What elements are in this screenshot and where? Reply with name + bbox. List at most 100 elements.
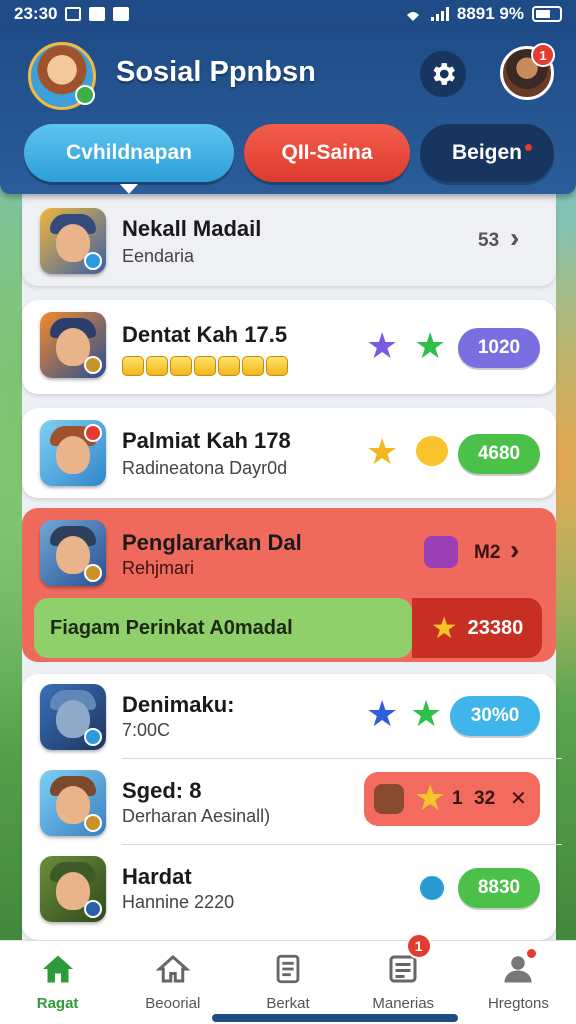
online-badge-icon bbox=[75, 85, 95, 105]
chat-bubble-icon bbox=[416, 436, 448, 466]
check-badge-icon bbox=[418, 874, 446, 902]
highlight-subtitle: Rehjmari bbox=[122, 558, 195, 578]
score-pill[interactable]: 8830 bbox=[458, 868, 540, 908]
score-pill[interactable]: 4680 bbox=[458, 434, 540, 474]
coin-badge-icon bbox=[84, 356, 102, 374]
star-blue-icon: ★ bbox=[366, 693, 399, 734]
row-title: Denimaku: bbox=[122, 692, 235, 717]
row-subtitle: Hannine 2220 bbox=[122, 892, 235, 912]
gift-icon bbox=[424, 536, 458, 568]
nav-label: Hregtons bbox=[487, 995, 549, 1012]
nav-item-manerias[interactable]: 1 Manerias bbox=[346, 933, 461, 1024]
reward-counter: 1 bbox=[452, 788, 463, 809]
nav-item-beoorial[interactable]: Beoorial bbox=[115, 941, 230, 1024]
chest-icon bbox=[374, 784, 404, 814]
row-title: Hardat bbox=[122, 864, 192, 889]
status-time: 23:30 bbox=[14, 4, 58, 23]
nav-item-ragat[interactable]: Ragat bbox=[0, 941, 115, 1024]
row-title: Dentat Kah 17.5 bbox=[122, 322, 288, 347]
highlight-score-value: 23380 bbox=[467, 616, 524, 639]
tab-beigen[interactable]: Beigen bbox=[420, 124, 554, 182]
notification-icon bbox=[65, 7, 82, 21]
scroll-indicator[interactable] bbox=[226, 922, 350, 928]
game-icon bbox=[40, 312, 106, 378]
app-title: Sosial Ppnbsn bbox=[116, 56, 316, 88]
row-subtitle: 7:00C bbox=[122, 720, 171, 740]
star-gold-icon: ★ bbox=[430, 611, 458, 645]
row-title: Sged: 8 bbox=[122, 778, 202, 803]
coin-icon bbox=[194, 356, 216, 376]
score-pill[interactable]: 30%0 bbox=[450, 696, 540, 736]
coin-icon bbox=[218, 356, 240, 376]
coin-badge-icon bbox=[84, 814, 102, 832]
row-subtitle: Eendaria bbox=[122, 246, 195, 266]
nav-notification-badge: 1 bbox=[405, 933, 432, 959]
row-title: Nekall Madail bbox=[122, 216, 262, 241]
gear-icon bbox=[433, 63, 455, 85]
list-item[interactable]: Dentat Kah 17.5 ★ ★ 1020 bbox=[22, 300, 556, 394]
star-green-icon: ★ bbox=[410, 693, 443, 734]
home-icon bbox=[38, 949, 78, 989]
row-subtitle: Derharan Aesinall) bbox=[122, 806, 271, 826]
status-bar: 23:30 8891 9% bbox=[0, 0, 576, 28]
game-icon bbox=[40, 520, 106, 586]
coin-icon bbox=[266, 356, 288, 376]
nav-label: Ragat bbox=[36, 995, 79, 1012]
close-icon[interactable]: ✕ bbox=[510, 786, 527, 811]
battery-icon bbox=[532, 6, 562, 22]
house-outline-icon bbox=[153, 949, 193, 989]
nav-label: Berkat bbox=[266, 995, 310, 1012]
tab-qii-saina[interactable]: QII-Saina bbox=[244, 124, 410, 182]
mail-icon bbox=[89, 7, 106, 21]
chevron-right-icon[interactable]: › bbox=[510, 534, 519, 566]
tab-bar: Cvhildnapan QII-Saina Beigen bbox=[24, 124, 554, 194]
list-item[interactable]: Denimaku: 7:00C ★ ★ 30%0 bbox=[22, 674, 556, 758]
row-subtitle: Radineatona Dayr0d bbox=[122, 458, 288, 478]
game-icon bbox=[40, 208, 106, 274]
score-pill[interactable]: 1020 bbox=[458, 328, 540, 368]
list-item[interactable]: Sged: 8 Derharan Aesinall) ★ 1 32 ✕ bbox=[22, 760, 556, 844]
list-group: Denimaku: 7:00C ★ ★ 30%0 Sged: 8 Derhara… bbox=[22, 674, 562, 940]
wifi-icon bbox=[406, 12, 419, 21]
profile-notification-badge: 1 bbox=[531, 43, 555, 67]
highlight-score[interactable]: ★ 23380 bbox=[412, 598, 542, 658]
nav-indicator-dot bbox=[526, 949, 536, 958]
shield-badge-icon bbox=[84, 900, 102, 918]
list-item[interactable]: Palmiat Kah 178 Radineatona Dayr0d ★ 468… bbox=[22, 408, 556, 498]
bottom-nav: Ragat Beoorial Berkat 1 Manerias Hregton… bbox=[0, 933, 576, 1024]
star-purple-icon: ★ bbox=[366, 325, 399, 366]
game-icon bbox=[40, 420, 106, 486]
user-avatar[interactable] bbox=[28, 42, 96, 110]
coin-icon bbox=[146, 356, 168, 376]
coin-icon bbox=[122, 356, 144, 376]
verified-badge-icon bbox=[84, 252, 102, 270]
signal-icon bbox=[430, 7, 449, 21]
star-gold-icon: ★ bbox=[366, 431, 399, 472]
home-indicator[interactable] bbox=[212, 1014, 458, 1022]
settings-button[interactable] bbox=[420, 51, 466, 97]
highlight-card[interactable]: Penglararkan Dal Rehjmari M2 › Fiagam Pe… bbox=[22, 508, 556, 662]
coin-badge-icon bbox=[84, 564, 102, 582]
list-item[interactable]: Hardat Hannine 2220 8830 bbox=[22, 846, 556, 930]
game-icon bbox=[40, 856, 106, 922]
star-green-icon: ★ bbox=[414, 325, 447, 366]
battery-text: 8891 9% bbox=[456, 4, 524, 23]
reward-chip[interactable]: ★ 1 32 ✕ bbox=[364, 772, 540, 826]
tab-indicator-dot bbox=[525, 144, 532, 151]
highlight-banner[interactable]: Fiagam Perinkat A0madal bbox=[34, 598, 412, 658]
chevron-right-icon[interactable]: › bbox=[510, 222, 519, 254]
nav-item-hregtons[interactable]: Hregtons bbox=[461, 941, 576, 1024]
nav-item-berkat[interactable]: Berkat bbox=[230, 941, 345, 1024]
coin-icon bbox=[242, 356, 264, 376]
list-item[interactable]: Nekall Madail Eendaria 53 › bbox=[22, 196, 556, 286]
profile-button[interactable]: 1 bbox=[500, 43, 555, 100]
tab-label: Beigen bbox=[451, 141, 522, 164]
game-icon bbox=[40, 770, 106, 836]
row-meta: 53 bbox=[478, 230, 500, 251]
verified-badge-icon bbox=[84, 728, 102, 746]
reward-score: 32 bbox=[474, 788, 496, 809]
message-icon bbox=[113, 7, 130, 21]
tab-cvhildnapan[interactable]: Cvhildnapan bbox=[24, 124, 234, 194]
divider bbox=[122, 844, 562, 845]
coin-icon bbox=[170, 356, 192, 376]
